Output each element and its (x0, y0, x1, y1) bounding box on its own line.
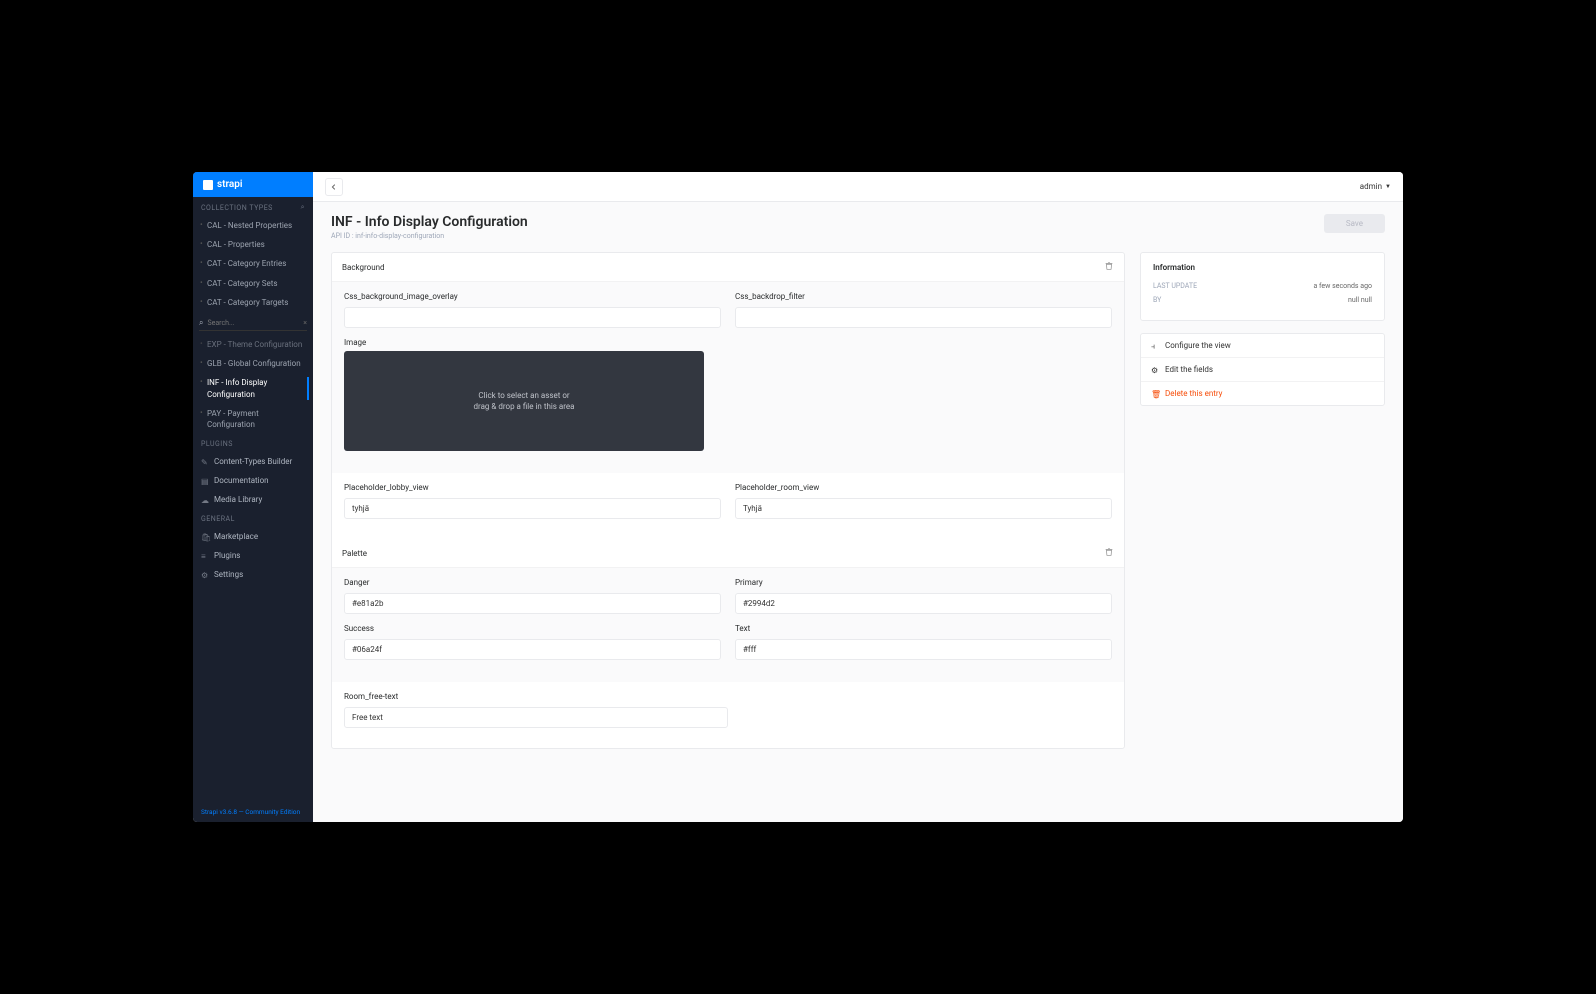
css-overlay-input[interactable] (344, 307, 721, 328)
general-settings[interactable]: ⚙Settings (193, 565, 313, 584)
css-backdrop-label: Css_backdrop_filter (735, 292, 1112, 301)
last-update-value: a few seconds ago (1314, 282, 1372, 290)
palette-group-header: Palette (332, 539, 1124, 568)
search-icon[interactable]: ⌕ (301, 203, 305, 212)
trash-icon[interactable] (1104, 261, 1114, 273)
success-label: Success (344, 624, 721, 633)
sidebar-item-pay-payment[interactable]: PAY - Payment Configuration (193, 404, 313, 434)
configure-view-action[interactable]: ⫞ Configure the view (1141, 334, 1384, 358)
placeholder-room-label: Placeholder_room_view (735, 483, 1112, 492)
sidebar-item-exp-theme[interactable]: EXP - Theme Configuration (193, 335, 313, 354)
last-update-label: LAST UPDATE (1153, 282, 1197, 290)
danger-label: Danger (344, 578, 721, 587)
text-input[interactable] (735, 639, 1112, 660)
search-icon: ⌕ (199, 318, 203, 328)
success-input[interactable] (344, 639, 721, 660)
sidebar-item-cal-nested[interactable]: CAL - Nested Properties (193, 216, 313, 235)
cloud-icon: ☁ (201, 496, 209, 504)
clear-icon[interactable]: × (303, 319, 307, 327)
sidebar-item-cal-props[interactable]: CAL - Properties (193, 235, 313, 254)
action-list: ⫞ Configure the view ⚙ Edit the fields 🗑… (1140, 333, 1385, 406)
background-group-header: Background (332, 253, 1124, 282)
page-title: INF - Info Display Configuration (331, 214, 528, 230)
placeholder-room-input[interactable] (735, 498, 1112, 519)
main: admin ▼ INF - Info Display Configuration… (313, 172, 1403, 822)
primary-input[interactable] (735, 593, 1112, 614)
app-window: strapi COLLECTION TYPES ⌕ CAL - Nested P… (193, 172, 1403, 822)
edit-fields-action[interactable]: ⚙ Edit the fields (1141, 358, 1384, 382)
info-title: Information (1153, 263, 1372, 272)
doc-icon: ▤ (201, 477, 209, 485)
strapi-icon (203, 180, 213, 190)
topbar: admin ▼ (313, 172, 1403, 202)
trash-icon[interactable] (1104, 547, 1114, 559)
form-card: Background Css_background_image_overlay (331, 252, 1125, 749)
sidebar-search-input[interactable] (207, 319, 299, 327)
page-api-id: API ID : inf-info-display-configuration (331, 232, 528, 240)
caret-down-icon: ▼ (1385, 183, 1391, 190)
brand-name: strapi (217, 179, 243, 190)
room-free-label: Room_free-text (344, 692, 728, 701)
image-dropzone[interactable]: Click to select an asset or drag & drop … (344, 351, 704, 451)
css-overlay-label: Css_background_image_overlay (344, 292, 721, 301)
general-plugins[interactable]: ≡Plugins (193, 546, 313, 565)
primary-label: Primary (735, 578, 1112, 587)
brand-logo[interactable]: strapi (193, 172, 313, 197)
save-button[interactable]: Save (1324, 214, 1385, 233)
chevron-left-icon (330, 183, 338, 191)
information-card: Information LAST UPDATE a few seconds ag… (1140, 252, 1385, 321)
page-header: INF - Info Display Configuration API ID … (331, 214, 1385, 240)
sidebar-item-cat-targets[interactable]: CAT - Category Targets (193, 293, 313, 312)
room-free-input[interactable] (344, 707, 728, 728)
paint-icon: ✎ (201, 458, 209, 466)
placeholder-lobby-label: Placeholder_lobby_view (344, 483, 721, 492)
bag-icon: 🛍 (201, 533, 209, 541)
general-marketplace[interactable]: 🛍Marketplace (193, 527, 313, 546)
placeholder-lobby-input[interactable] (344, 498, 721, 519)
sidebar-item-cat-entries[interactable]: CAT - Category Entries (193, 254, 313, 273)
trash-icon: 🗑 (1151, 390, 1159, 398)
gear-icon: ⚙ (1151, 366, 1159, 374)
sidebar-search: ⌕ × (199, 316, 307, 331)
user-menu[interactable]: admin ▼ (1360, 182, 1391, 191)
general-header: GENERAL (193, 509, 313, 527)
plugin-media-library[interactable]: ☁Media Library (193, 490, 313, 509)
list-icon: ≡ (201, 552, 209, 560)
sidebar-item-cat-sets[interactable]: CAT - Category Sets (193, 274, 313, 293)
text-label: Text (735, 624, 1112, 633)
collection-types-header: COLLECTION TYPES ⌕ (193, 197, 313, 216)
plugins-header: PLUGINS (193, 434, 313, 452)
delete-entry-action[interactable]: 🗑 Delete this entry (1141, 382, 1384, 405)
sidebar-item-glb-global[interactable]: GLB - Global Configuration (193, 354, 313, 373)
plugin-documentation[interactable]: ▤Documentation (193, 471, 313, 490)
danger-input[interactable] (344, 593, 721, 614)
by-value: null null (1348, 296, 1372, 304)
image-label: Image (344, 338, 1112, 347)
plugin-content-types[interactable]: ✎Content-Types Builder (193, 452, 313, 471)
content: INF - Info Display Configuration API ID … (313, 202, 1403, 822)
sidebar-item-inf-info[interactable]: INF - Info Display Configuration (193, 373, 313, 403)
by-label: BY (1153, 296, 1161, 304)
sidebar-footer: Strapi v3.6.8 — Community Edition (193, 802, 313, 822)
gear-icon: ⚙ (201, 571, 209, 579)
css-backdrop-input[interactable] (735, 307, 1112, 328)
sidebar: strapi COLLECTION TYPES ⌕ CAL - Nested P… (193, 172, 313, 822)
layout-icon: ⫞ (1151, 342, 1159, 350)
back-button[interactable] (325, 178, 343, 196)
